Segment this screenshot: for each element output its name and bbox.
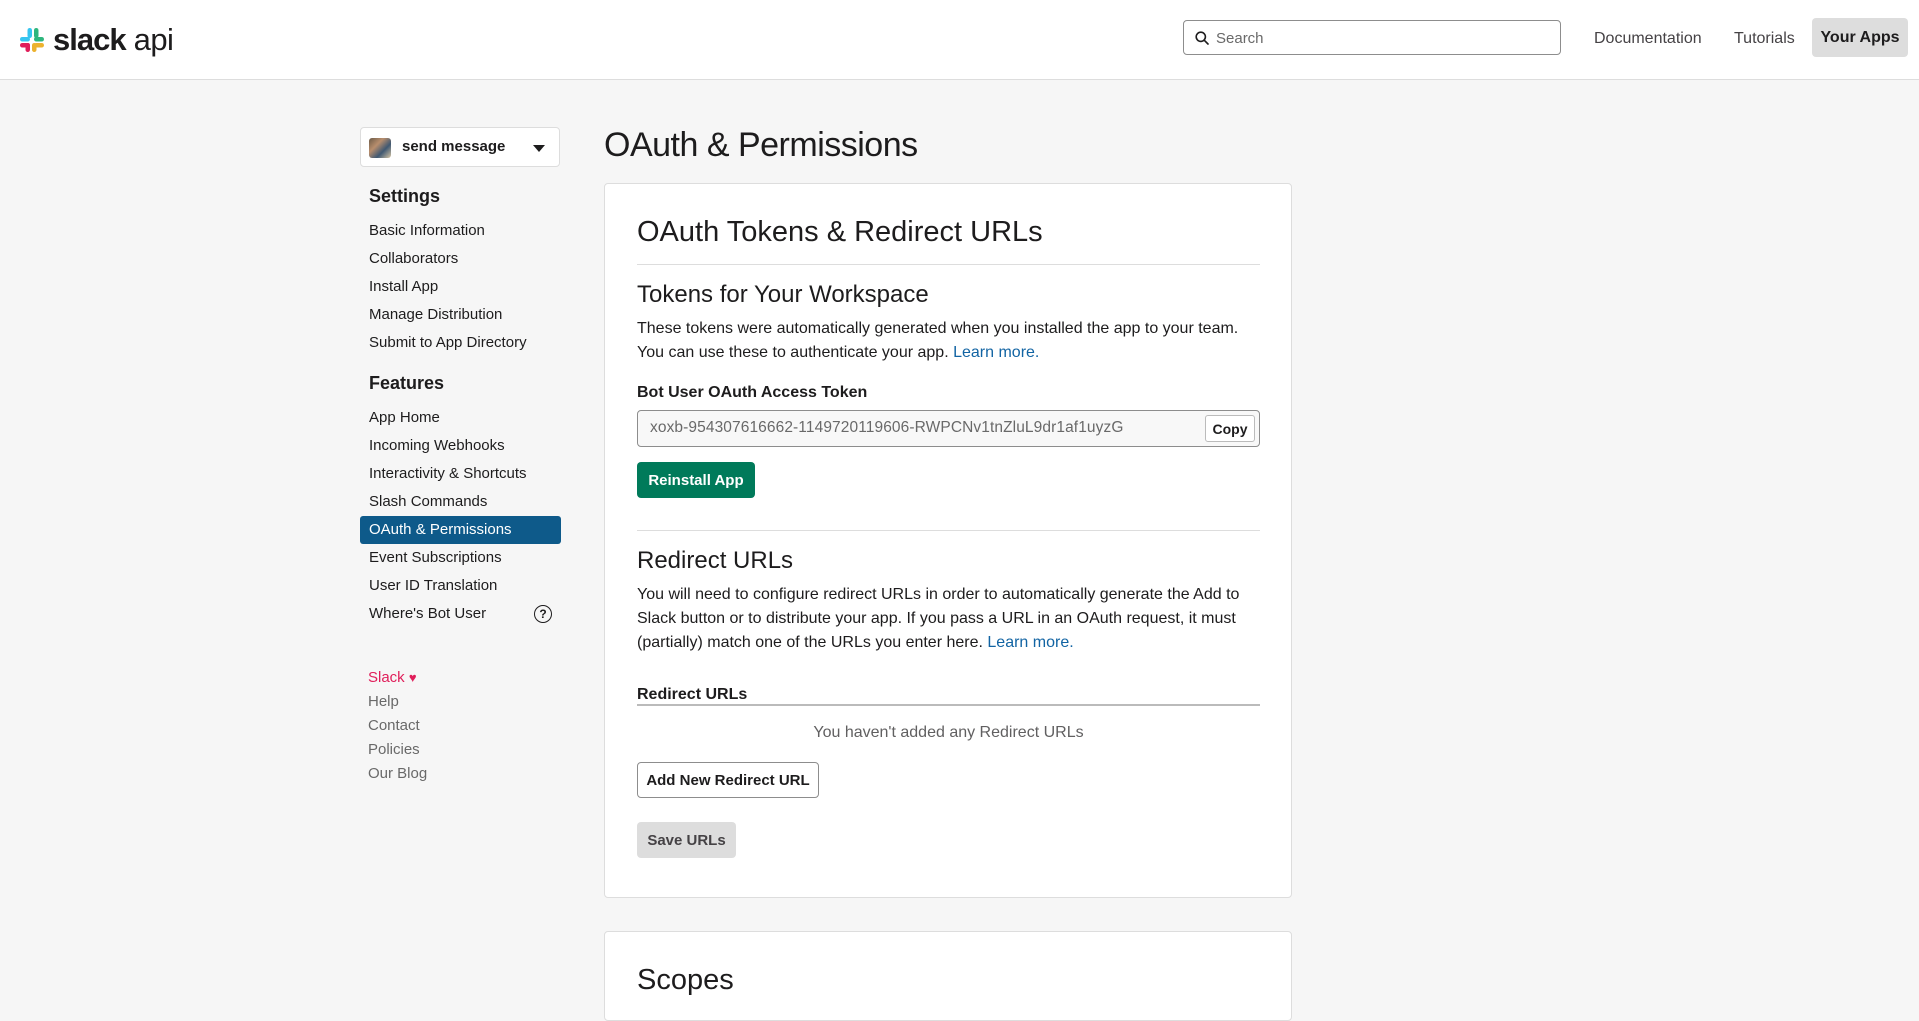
heart-icon: ♥ [408, 670, 417, 685]
redirect-table-header: Redirect URLs [637, 686, 748, 703]
copy-button[interactable]: Copy [1205, 415, 1255, 442]
redirect-description: You will need to configure redirect URLs… [637, 583, 1260, 655]
divider [637, 264, 1260, 265]
page-title: OAuth & Permissions [604, 126, 918, 164]
tokens-heading: Tokens for Your Workspace [637, 281, 929, 308]
add-redirect-url-button[interactable]: Add New Redirect URL [637, 762, 819, 798]
tokens-description: These tokens were automatically generate… [637, 317, 1260, 365]
scopes-title: Scopes [637, 964, 734, 996]
nav-documentation[interactable]: Documentation [1594, 21, 1702, 57]
empty-state: You haven't added any Redirect URLs [813, 724, 1084, 741]
settings-heading: Settings [369, 186, 441, 206]
settings-nav: Basic Information Collaborators Install … [360, 217, 561, 357]
nav-tutorials-link[interactable]: Tutorials [1734, 30, 1795, 48]
footer-slack-link[interactable]: Slack ♥ [368, 666, 427, 690]
reinstall-app-button[interactable]: Reinstall App [637, 462, 755, 498]
footer-link-help[interactable]: Help [368, 690, 427, 714]
sidebar-item-interactivity-shortcuts[interactable]: Interactivity & Shortcuts [360, 460, 561, 488]
help-icon[interactable]: ? [534, 605, 552, 623]
sidebar-item-submit-to-app-directory[interactable]: Submit to App Directory [360, 329, 561, 357]
sidebar-item-slash-commands[interactable]: Slash Commands [360, 488, 561, 516]
token-label: Bot User OAuth Access Token [637, 384, 868, 401]
sidebar-footer: Slack ♥ Help Contact Policies Our Blog [368, 666, 427, 786]
sidebar-item-event-subscriptions[interactable]: Event Subscriptions [360, 544, 561, 572]
app-name: send message [402, 138, 506, 155]
logo-api-text: api [133, 22, 174, 57]
app-selector[interactable]: send message [360, 127, 560, 167]
features-heading: Features [369, 373, 445, 393]
footer-link-our-blog[interactable]: Our Blog [368, 762, 427, 786]
redirect-learn-more-link[interactable]: Learn more. [987, 634, 1073, 651]
nav-tutorials[interactable]: Tutorials [1734, 21, 1795, 57]
search-box[interactable] [1183, 20, 1561, 55]
sidebar-item-incoming-webhooks[interactable]: Incoming Webhooks [360, 432, 561, 460]
divider [637, 530, 1260, 531]
scopes-card: Scopes [604, 931, 1292, 1021]
top-header: slack api Documentation Tutorials Your A… [0, 0, 1919, 80]
sidebar-item-oauth-permissions[interactable]: OAuth & Permissions [360, 516, 561, 544]
caret-down-icon [533, 145, 545, 152]
nav-your-apps[interactable]: Your Apps [1812, 18, 1908, 57]
redirect-urls-heading: Redirect URLs [637, 547, 794, 574]
nav-documentation-link[interactable]: Documentation [1594, 30, 1702, 48]
app-avatar [369, 138, 391, 158]
footer-link-contact[interactable]: Contact [368, 714, 427, 738]
slack-api-logo[interactable]: slack api [18, 22, 174, 58]
table-divider [637, 704, 1260, 706]
slack-logo-icon [20, 28, 44, 52]
search-icon [1195, 31, 1209, 45]
sidebar-item-label: Where's Bot User [369, 605, 487, 622]
search-input[interactable] [1214, 23, 1548, 54]
sidebar-item-app-home[interactable]: App Home [360, 404, 561, 432]
sidebar-item-user-id-translation[interactable]: User ID Translation [360, 572, 561, 600]
features-nav: App Home Incoming Webhooks Interactivity… [360, 404, 561, 628]
footer-link-policies[interactable]: Policies [368, 738, 427, 762]
sidebar-item-basic-information[interactable]: Basic Information [360, 217, 561, 245]
card-title: OAuth Tokens & Redirect URLs [637, 216, 1043, 248]
sidebar-item-wheres-bot-user[interactable]: Where's Bot User ? [360, 600, 561, 628]
sidebar-item-collaborators[interactable]: Collaborators [360, 245, 561, 273]
redirect-description-text: You will need to configure redirect URLs… [637, 586, 1240, 651]
logo-wordmark: slack [53, 22, 127, 57]
save-urls-button[interactable]: Save URLs [637, 822, 736, 858]
token-value[interactable]: xoxb-954307616662-1149720119606-RWPCNv1t… [650, 419, 1124, 437]
sidebar-item-manage-distribution[interactable]: Manage Distribution [360, 301, 561, 329]
oauth-tokens-card: OAuth Tokens & Redirect URLs Tokens for … [604, 183, 1292, 898]
token-field[interactable]: xoxb-954307616662-1149720119606-RWPCNv1t… [637, 410, 1260, 447]
learn-more-link[interactable]: Learn more. [953, 344, 1039, 361]
footer-slack-text: Slack [368, 669, 405, 686]
sidebar-item-install-app[interactable]: Install App [360, 273, 561, 301]
tokens-description-text: These tokens were automatically generate… [637, 320, 1239, 361]
